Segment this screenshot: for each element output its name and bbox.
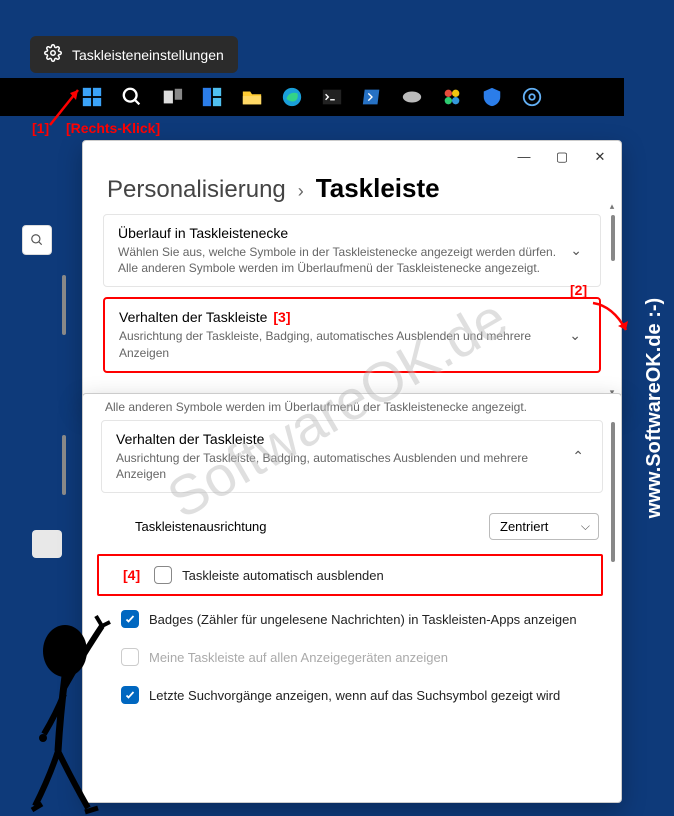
tool-icon[interactable] <box>401 86 423 108</box>
taskview-icon[interactable] <box>161 86 183 108</box>
terminal-icon[interactable] <box>321 86 343 108</box>
annotation-3: [3] <box>273 309 290 325</box>
panel-behavior[interactable]: Verhalten der Taskleiste[3] Ausrichtung … <box>103 297 601 372</box>
option-label: Letzte Suchvorgänge anzeigen, wenn auf d… <box>149 688 560 703</box>
panel-desc: Ausrichtung der Taskleiste, Badging, aut… <box>119 328 565 360</box>
annotation-1-text: [Rechts-Klick] <box>66 120 160 136</box>
settings-window-1: — ▢ ✕ Personalisierung › Taskleiste Über… <box>82 140 622 405</box>
taskbar <box>0 78 624 116</box>
window-titlebar: — ▢ ✕ <box>83 141 621 171</box>
chevron-up-icon: ⌃ <box>568 448 588 465</box>
app-icon[interactable] <box>441 86 463 108</box>
edge-icon[interactable] <box>281 86 303 108</box>
explorer-icon[interactable] <box>241 86 263 108</box>
scrollbar-thumb[interactable] <box>611 215 615 261</box>
scroll-up-icon[interactable]: ▴ <box>607 201 617 212</box>
gear-icon <box>44 44 62 65</box>
panel-behavior-expanded[interactable]: Verhalten der Taskleiste Ausrichtung der… <box>101 420 603 493</box>
breadcrumb-current: Taskleiste <box>316 173 440 204</box>
option-badges[interactable]: Badges (Zähler für ungelesene Nachrichte… <box>83 600 621 638</box>
option-recent-search[interactable]: Letzte Suchvorgänge anzeigen, wenn auf d… <box>83 676 621 714</box>
option-label: Meine Taskleiste auf allen Anzeigegeräte… <box>149 650 448 665</box>
taskbar-context-menu-item[interactable]: Taskleisteneinstellungen <box>30 36 238 73</box>
annotation-2: [2] <box>570 282 587 298</box>
powershell-icon[interactable] <box>361 86 383 108</box>
alignment-select[interactable]: Zentriert <box>489 513 599 540</box>
annotation-arrow-2 <box>588 298 638 343</box>
truncated-text: Alle anderen Symbole werden im Überlaufm… <box>83 394 621 420</box>
panel-desc: Wählen Sie aus, welche Symbole in der Ta… <box>118 244 566 276</box>
chevron-down-icon: ⌄ <box>565 327 585 344</box>
panel-title: Verhalten der Taskleiste <box>116 431 568 447</box>
minimize-button[interactable]: — <box>517 149 531 163</box>
panel-overflow[interactable]: Überlauf in Taskleistenecke Wählen Sie a… <box>103 214 601 287</box>
sidebar-stub-2 <box>32 530 62 558</box>
defender-icon[interactable] <box>481 86 503 108</box>
panel-title: Verhalten der Taskleiste[3] <box>119 309 565 325</box>
stick-figure <box>10 596 130 816</box>
annotation-1: [1] <box>32 120 49 136</box>
panel-desc: Ausrichtung der Taskleiste, Badging, aut… <box>116 450 568 482</box>
maximize-button[interactable]: ▢ <box>555 149 569 163</box>
checkbox-unchecked[interactable] <box>154 566 172 584</box>
close-button[interactable]: ✕ <box>593 149 607 163</box>
scrollbar-thumb[interactable] <box>611 422 615 562</box>
option-label: Taskleiste automatisch ausblenden <box>182 568 384 583</box>
side-watermark: www.SoftwareOK.de :-) <box>643 298 666 518</box>
settings-icon[interactable] <box>521 86 543 108</box>
option-multimonitor[interactable]: Meine Taskleiste auf allen Anzeigegeräte… <box>83 638 621 676</box>
alignment-row: Taskleistenausrichtung Zentriert <box>83 503 621 550</box>
chevron-down-icon: ⌄ <box>566 242 586 259</box>
sidebar-scroll[interactable] <box>62 265 68 385</box>
widgets-icon[interactable] <box>201 86 223 108</box>
breadcrumb: Personalisierung › Taskleiste <box>83 171 621 214</box>
settings-window-2: Alle anderen Symbole werden im Überlaufm… <box>82 393 622 803</box>
panel-title: Überlauf in Taskleistenecke <box>118 225 566 241</box>
option-autohide[interactable]: [4] Taskleiste automatisch ausblenden <box>97 554 603 596</box>
context-menu-label: Taskleisteneinstellungen <box>72 47 224 63</box>
search-icon[interactable] <box>121 86 143 108</box>
chevron-right-icon: › <box>298 181 304 202</box>
option-label: Badges (Zähler für ungelesene Nachrichte… <box>149 612 577 627</box>
search-sidebar-stub[interactable] <box>22 225 52 255</box>
breadcrumb-parent[interactable]: Personalisierung <box>107 176 286 204</box>
alignment-label: Taskleistenausrichtung <box>135 519 267 534</box>
sidebar-scroll-2[interactable] <box>62 425 68 525</box>
annotation-4: [4] <box>123 567 140 583</box>
